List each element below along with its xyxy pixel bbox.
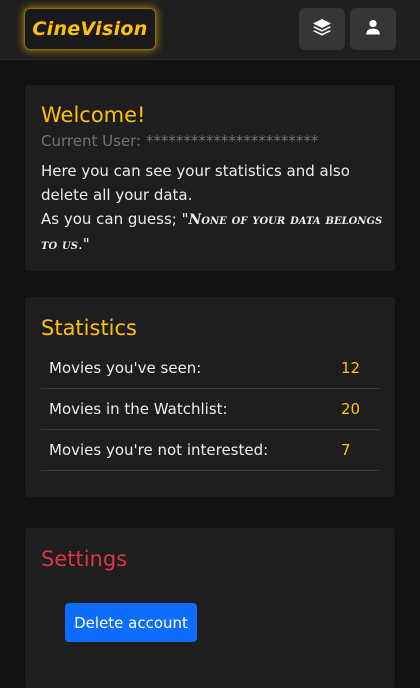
user-button[interactable]: [350, 8, 396, 50]
user-icon: [365, 19, 381, 39]
statistics-card: Statistics Movies you've seen: 12 Movies…: [25, 297, 395, 497]
intro-suffix: .": [77, 235, 90, 253]
current-user-label: Current User:: [41, 132, 142, 150]
table-row: Movies in the Watchlist: 20: [41, 389, 379, 430]
stat-label-not-interested: Movies you're not interested:: [49, 441, 269, 459]
current-user-value: ***********************: [145, 132, 319, 150]
delete-account-button[interactable]: Delete account: [65, 603, 197, 642]
current-user: Current User: ***********************: [41, 132, 318, 150]
intro-line-1: Here you can see your statistics and als…: [41, 162, 350, 204]
settings-title: Settings: [41, 547, 128, 571]
navbar: CineVision: [0, 0, 420, 60]
table-row: Movies you're not interested: 7: [41, 430, 379, 471]
layers-button[interactable]: [299, 8, 345, 50]
statistics-title: Statistics: [41, 316, 137, 340]
stat-value-seen: 12: [341, 359, 361, 377]
intro-line-2: As you can guess; "None of your data bel…: [41, 207, 386, 257]
stat-value-watchlist: 20: [341, 400, 361, 418]
stat-label-watchlist: Movies in the Watchlist:: [49, 400, 228, 418]
brand-logo[interactable]: CineVision: [24, 8, 156, 50]
intro-prefix: As you can guess; ": [41, 210, 189, 228]
welcome-title: Welcome!: [41, 103, 146, 127]
layers-icon: [312, 17, 332, 41]
settings-card: Settings Delete account: [25, 528, 395, 688]
stat-value-not-interested: 7: [341, 441, 351, 459]
statistics-table: Movies you've seen: 12 Movies in the Wat…: [41, 348, 379, 471]
stat-label-seen: Movies you've seen:: [49, 359, 202, 377]
intro-text: Here you can see your statistics and als…: [41, 159, 386, 257]
welcome-card: Welcome! Current User: *****************…: [25, 85, 395, 271]
table-row: Movies you've seen: 12: [41, 348, 379, 389]
